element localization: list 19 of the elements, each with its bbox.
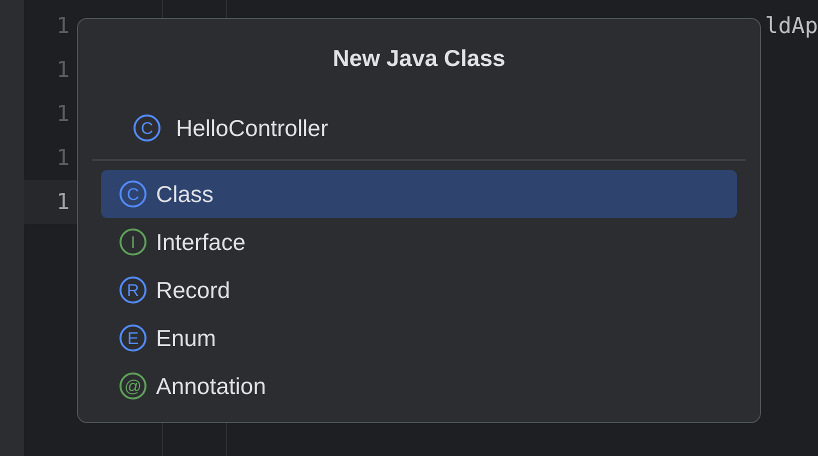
type-icon: I bbox=[118, 227, 148, 257]
line-number: 1 bbox=[56, 14, 70, 38]
class-name-field[interactable]: HelloController bbox=[176, 114, 328, 142]
line-number: 1 bbox=[56, 190, 70, 214]
line-number: 1 bbox=[56, 102, 70, 126]
class-kind-item[interactable]: I Interface bbox=[101, 218, 737, 266]
line-number: 1 bbox=[56, 58, 70, 82]
class-kind-item[interactable]: E Enum bbox=[101, 314, 737, 362]
class-kind-item[interactable]: R Record bbox=[101, 266, 737, 314]
type-icon: R bbox=[118, 275, 148, 305]
class-kind-item[interactable]: @ Annotation bbox=[101, 362, 737, 410]
type-icon: C bbox=[132, 113, 162, 143]
type-icon: E bbox=[118, 323, 148, 353]
class-kind-item[interactable]: C Class bbox=[101, 170, 737, 218]
type-icon: @ bbox=[118, 371, 148, 401]
line-number: 1 bbox=[56, 146, 70, 170]
code-text: ldAp bbox=[765, 14, 818, 38]
dialog-title: New Java Class bbox=[332, 45, 506, 72]
type-icon: C bbox=[118, 179, 148, 209]
